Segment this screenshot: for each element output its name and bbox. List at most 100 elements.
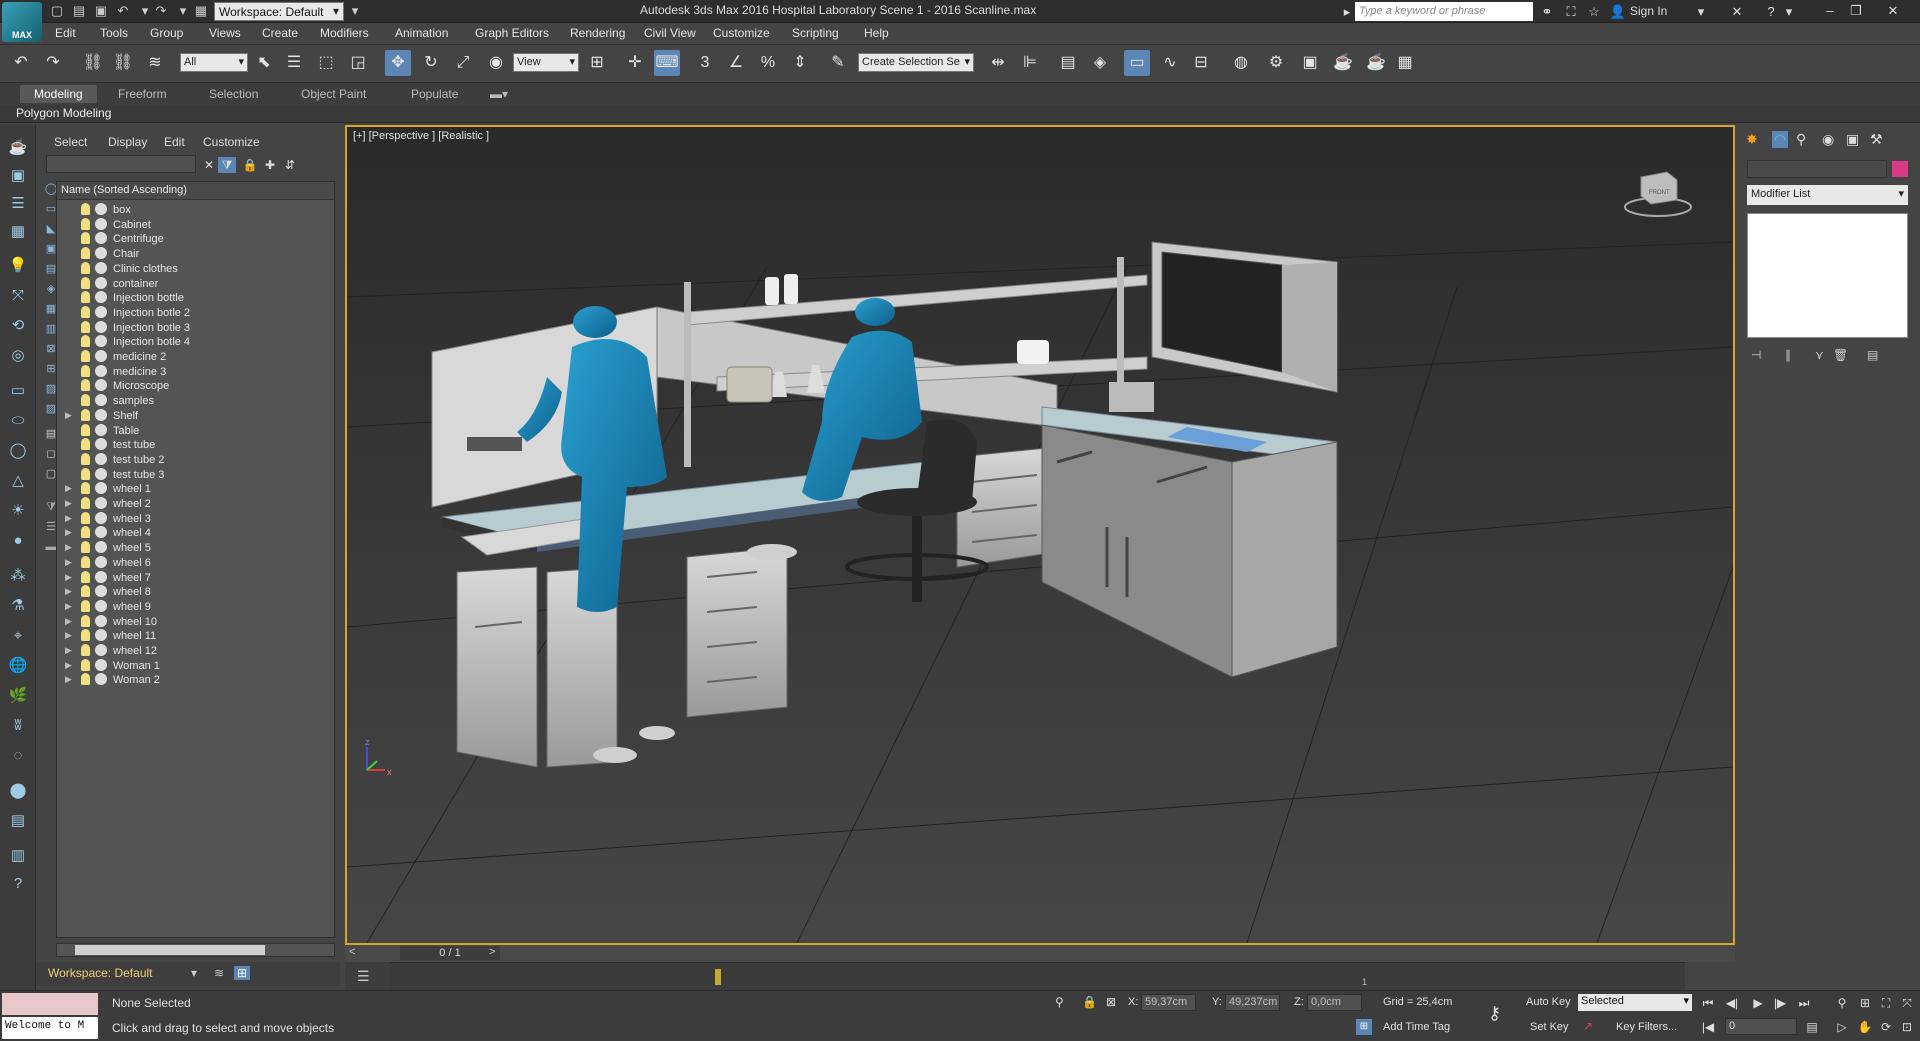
visibility-bulb-icon[interactable] bbox=[81, 423, 90, 436]
set-key-mode-icon[interactable]: ⚷ bbox=[1488, 1003, 1501, 1024]
visibility-bulb-icon[interactable] bbox=[81, 379, 90, 392]
visibility-bulb-icon[interactable] bbox=[81, 276, 90, 289]
orbit-icon[interactable]: ⟳ bbox=[1876, 1018, 1896, 1036]
named-selection-dropdown[interactable]: Create Selection Se bbox=[858, 53, 974, 72]
visibility-bulb-icon[interactable] bbox=[81, 629, 90, 642]
add-time-tag-button[interactable]: Add Time Tag bbox=[1383, 1021, 1450, 1033]
scrollbar-thumb[interactable] bbox=[75, 945, 265, 955]
snaps-toggle-icon[interactable]: 3 bbox=[692, 50, 718, 76]
light-bulb-icon[interactable]: 💡 bbox=[7, 255, 29, 277]
expand-arrow-icon[interactable]: ▶ bbox=[65, 410, 72, 421]
render-cloud-icon[interactable]: ▦ bbox=[1392, 50, 1418, 76]
z-coord-field[interactable]: 0,0cm bbox=[1307, 994, 1362, 1011]
cone-icon[interactable]: △ bbox=[7, 470, 29, 492]
visibility-bulb-icon[interactable] bbox=[81, 497, 90, 509]
visibility-bulb-icon[interactable] bbox=[81, 673, 90, 686]
key-mode-toggle-icon[interactable]: |◀ bbox=[1698, 1018, 1718, 1036]
menu-customize[interactable]: Customize bbox=[713, 26, 770, 40]
binoculars-icon[interactable]: ⚭ bbox=[1538, 3, 1556, 20]
curve-editor-icon[interactable]: ∿ bbox=[1157, 50, 1183, 76]
expand-arrow-icon[interactable]: ▶ bbox=[65, 572, 72, 583]
visibility-bulb-icon[interactable] bbox=[81, 364, 90, 377]
mirror-icon[interactable]: ⇹ bbox=[985, 50, 1011, 76]
scene-explorer-toggle-icon[interactable]: ▤ bbox=[1055, 50, 1081, 76]
expand-arrow-icon[interactable]: ▶ bbox=[65, 630, 72, 641]
unlink-selection-icon[interactable]: ⛓ bbox=[110, 50, 136, 76]
make-unique-icon[interactable]: ⋎ bbox=[1815, 348, 1824, 362]
visibility-bulb-icon[interactable] bbox=[81, 511, 90, 524]
redo-dropdown-icon[interactable]: ▾ bbox=[174, 2, 192, 20]
visibility-bulb-icon[interactable] bbox=[81, 467, 90, 480]
keyboard-shortcut-override-icon[interactable]: ⌨ bbox=[654, 50, 680, 76]
rendered-frame-window-icon[interactable]: ▣ bbox=[1297, 50, 1323, 76]
angle-snap-icon[interactable]: ∠ bbox=[723, 50, 749, 76]
pin-stack-icon[interactable]: ⊣ bbox=[1751, 348, 1761, 362]
keyword-search-input[interactable]: Type a keyword or phrase bbox=[1355, 2, 1533, 21]
expand-arrow-icon[interactable]: ▶ bbox=[65, 483, 72, 494]
current-frame-marker[interactable] bbox=[715, 969, 721, 985]
scene-explorer-search-input[interactable] bbox=[46, 155, 196, 173]
menu-animation[interactable]: Animation bbox=[395, 26, 448, 40]
visibility-bulb-icon[interactable] bbox=[81, 247, 90, 260]
track-bar-menu-icon[interactable]: ☰ bbox=[357, 968, 370, 985]
menu-tools[interactable]: Tools bbox=[100, 26, 128, 40]
select-manipulate-icon[interactable]: ✛ bbox=[622, 50, 648, 76]
select-and-link-icon[interactable]: ⛓ bbox=[80, 50, 106, 76]
display-tab-icon[interactable]: ▣ bbox=[1846, 131, 1859, 148]
polygon-modeling-panel[interactable]: Polygon Modeling bbox=[16, 106, 111, 120]
visibility-bulb-icon[interactable] bbox=[81, 614, 90, 627]
expand-arrow-icon[interactable]: ▶ bbox=[65, 674, 72, 685]
pivot-center-icon[interactable]: ⊞ bbox=[584, 50, 610, 76]
reference-coordinate-dropdown[interactable]: View bbox=[513, 53, 579, 72]
workspace-dropdown[interactable]: Workspace: Default bbox=[214, 2, 344, 21]
select-and-scale-icon[interactable]: ⤢ bbox=[450, 50, 476, 76]
visibility-bulb-icon[interactable] bbox=[81, 658, 90, 671]
menu-rendering[interactable]: Rendering bbox=[570, 26, 625, 40]
transform-icon[interactable]: ⤧ bbox=[7, 285, 29, 307]
visibility-bulb-icon[interactable] bbox=[81, 482, 90, 495]
render-effects-icon[interactable]: ◎ bbox=[7, 345, 29, 367]
expand-arrow-icon[interactable]: ▶ bbox=[65, 586, 72, 597]
zoom-extents-icon[interactable]: ⛶ bbox=[1876, 994, 1896, 1012]
sun-icon[interactable]: ☀ bbox=[7, 500, 29, 522]
visibility-bulb-icon[interactable] bbox=[81, 394, 90, 407]
tab-freeform[interactable]: Freeform bbox=[118, 87, 167, 101]
search-expand-icon[interactable]: ▸ bbox=[1338, 3, 1356, 20]
se-menu-edit[interactable]: Edit bbox=[164, 135, 185, 149]
visibility-bulb-icon[interactable] bbox=[81, 555, 90, 568]
hair-icon[interactable]: ʬ bbox=[7, 715, 29, 737]
minimize-window-icon[interactable]: – bbox=[1817, 1, 1843, 21]
globe-icon[interactable]: 🌐 bbox=[7, 655, 29, 677]
shape-icon[interactable]: ⬭ bbox=[7, 410, 29, 432]
ribbon-options-icon[interactable]: ▬▾ bbox=[490, 87, 508, 101]
info-icon[interactable]: ? bbox=[7, 873, 29, 895]
layer-explorer-icon[interactable]: ◈ bbox=[1087, 50, 1113, 76]
render-iterative-icon[interactable]: ☕ bbox=[1363, 50, 1389, 76]
menu-group[interactable]: Group bbox=[150, 26, 183, 40]
sphere-icon[interactable]: ◯ bbox=[7, 440, 29, 462]
visibility-bulb-icon[interactable] bbox=[81, 585, 90, 598]
bind-space-warp-icon[interactable]: ≋ bbox=[142, 50, 168, 76]
menu-edit[interactable]: Edit bbox=[55, 26, 76, 40]
select-by-name-icon[interactable]: ☰ bbox=[281, 50, 307, 76]
align-icon[interactable]: ⊫ bbox=[1017, 50, 1043, 76]
sign-in-dropdown-icon[interactable]: ▾ bbox=[1692, 3, 1710, 20]
render-production-icon[interactable]: ☕ bbox=[1330, 50, 1356, 76]
time-tag-icon[interactable]: ⊞ bbox=[1356, 1019, 1372, 1035]
visibility-bulb-icon[interactable] bbox=[81, 644, 90, 656]
zoom-extents-all-icon[interactable]: ⤧ bbox=[1897, 994, 1917, 1012]
help-icon[interactable]: ? bbox=[1762, 3, 1780, 20]
open-file-icon[interactable]: ▤ bbox=[70, 2, 88, 20]
menu-create[interactable]: Create bbox=[262, 26, 298, 40]
time-configuration-icon[interactable]: ▤ bbox=[1802, 1018, 1822, 1036]
redo-icon[interactable]: ↷ bbox=[40, 50, 66, 76]
plant-icon[interactable]: 🌿 bbox=[7, 685, 29, 707]
visibility-bulb-icon[interactable] bbox=[81, 599, 90, 612]
sphere-2-icon[interactable]: ⬤ bbox=[7, 780, 29, 802]
set-key-button[interactable]: Set Key bbox=[1530, 1021, 1569, 1033]
restore-window-icon[interactable]: ❐ bbox=[1843, 1, 1869, 21]
zoom-all-icon[interactable]: ⊞ bbox=[1855, 994, 1875, 1012]
box-primitive-icon[interactable]: ▭ bbox=[7, 380, 29, 402]
time-slider[interactable]: < 0 / 1 > bbox=[345, 945, 1735, 962]
tab-populate[interactable]: Populate bbox=[411, 87, 458, 101]
